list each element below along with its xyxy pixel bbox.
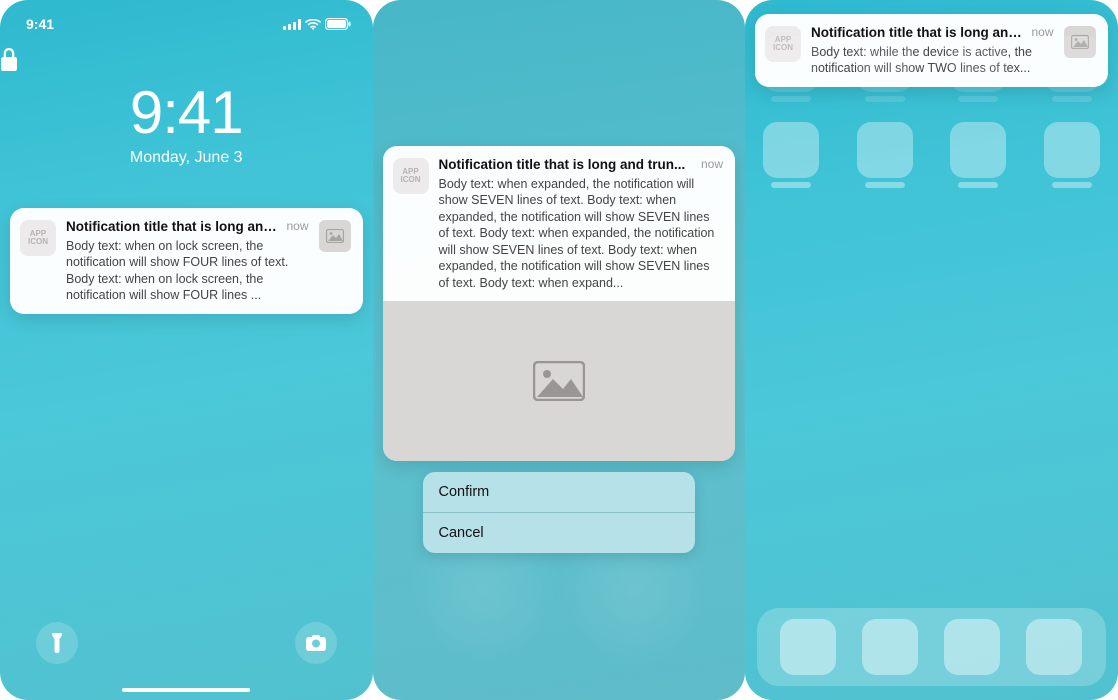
- notif-title: Notification title that is long and trun…: [439, 156, 693, 174]
- confirm-button[interactable]: Confirm: [423, 472, 696, 512]
- statusbar-right: [283, 18, 351, 30]
- home-app-placeholder[interactable]: [857, 36, 913, 102]
- cancel-button[interactable]: Cancel: [423, 512, 696, 553]
- notification-actions: Confirm Cancel: [423, 472, 696, 553]
- notif-body: Body text: when on lock screen, the noti…: [66, 238, 309, 304]
- camera-button[interactable]: [295, 622, 337, 664]
- notif-title: Notification title that is long and trun…: [66, 218, 278, 236]
- battery-icon: [325, 18, 351, 30]
- notif-time: now: [286, 219, 308, 235]
- expanded-notification[interactable]: APPICON Notification title that is long …: [383, 146, 736, 461]
- home-app-placeholder[interactable]: [857, 122, 913, 188]
- lock-icon: [0, 48, 373, 72]
- home-app-placeholder[interactable]: [763, 36, 819, 102]
- home-app-placeholder[interactable]: [763, 122, 819, 188]
- notif-body: Body text: when expanded, the notificati…: [439, 176, 724, 292]
- dock-app-placeholder[interactable]: [1026, 619, 1082, 675]
- dock-app-placeholder[interactable]: [944, 619, 1000, 675]
- home-row: [763, 36, 1100, 102]
- lock-notification[interactable]: APPICON Notification title that is long …: [10, 208, 363, 314]
- dock-app-placeholder[interactable]: [862, 619, 918, 675]
- lock-date: Monday, June 3: [0, 149, 373, 167]
- home-app-placeholder[interactable]: [950, 36, 1006, 102]
- notif-time: now: [701, 157, 723, 173]
- notif-thumbnail: [319, 220, 351, 252]
- home-app-placeholder[interactable]: [1044, 36, 1100, 102]
- app-icon: APPICON: [20, 220, 56, 256]
- home-row: [763, 122, 1100, 188]
- flashlight-button[interactable]: [36, 622, 78, 664]
- home-app-placeholder[interactable]: [950, 122, 1006, 188]
- screen-home: APPICON Notification title that is long …: [745, 0, 1118, 700]
- dock: [757, 608, 1106, 686]
- status-bar: 9:41: [0, 0, 373, 40]
- statusbar-time: 9:41: [26, 16, 54, 32]
- home-app-placeholder[interactable]: [1044, 122, 1100, 188]
- dock-app-placeholder[interactable]: [780, 619, 836, 675]
- screen-lock: 9:41 9:41 Monday, June 3 APPICON Notific…: [0, 0, 373, 700]
- wifi-icon: [305, 18, 321, 30]
- cellular-icon: [283, 19, 301, 30]
- lock-time: 9:41: [0, 78, 373, 147]
- lock-header: 9:41 Monday, June 3: [0, 48, 373, 167]
- notif-image-placeholder: [383, 301, 736, 461]
- home-indicator[interactable]: [122, 688, 250, 692]
- screen-expanded: APPICON Notification title that is long …: [373, 0, 746, 700]
- app-icon: APPICON: [393, 158, 429, 194]
